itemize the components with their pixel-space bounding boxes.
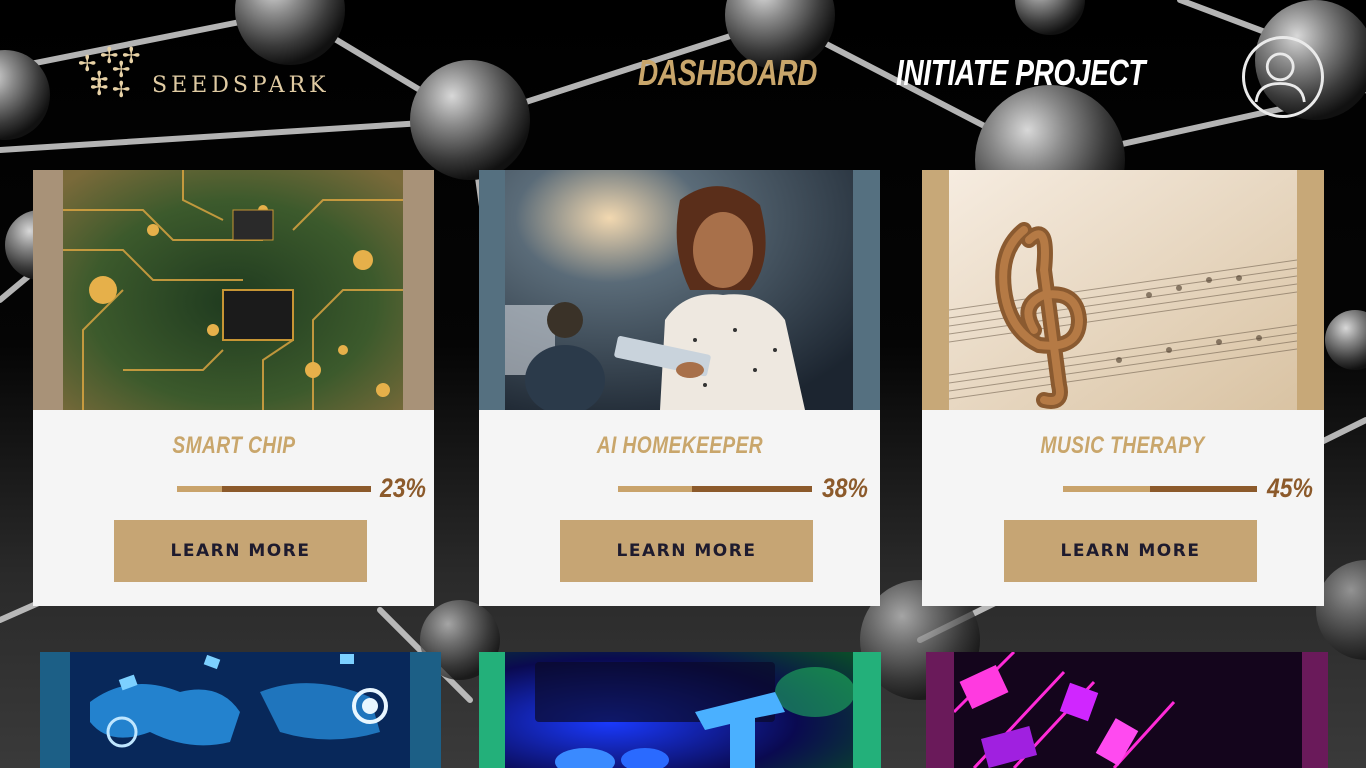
neon-keyboard-image [505,652,853,768]
nav-dashboard[interactable]: DASHBOARD [638,52,868,94]
project-title: AI HOMEKEEPER [596,432,763,459]
project-title: SMART CHIP [171,432,296,459]
progress-fill [177,486,222,492]
project-title: MUSIC THERAPY [1040,432,1206,459]
user-silhouette-icon [1254,52,1306,103]
nav-initiate-label: INITIATE PROJECT [896,52,1146,93]
progress-bar [618,486,812,492]
sparkle-logo-icon: ✢ ✢ ✢ ✢ ✢ ✢ ✢ [78,44,141,103]
progress-bar [177,486,371,492]
project-card-partial[interactable] [926,652,1328,768]
user-icon[interactable] [1242,36,1324,118]
learn-more-button[interactable]: LEARN MORE [1004,520,1257,582]
nav-dashboard-label: DASHBOARD [638,52,818,93]
learn-more-button[interactable]: LEARN MORE [114,520,367,582]
neon-pink-cubes-image [954,652,1302,768]
learn-more-button[interactable]: LEARN MORE [560,520,813,582]
project-card-smart-chip: SMART CHIP 23% LEARN MORE [33,170,434,606]
circuit-board-image [33,170,434,410]
project-card-music-therapy: MUSIC THERAPY 45% LEARN MORE [922,170,1324,606]
progress-fill [618,486,692,492]
treble-clef-sheet-music-image [922,170,1324,410]
project-card-partial[interactable] [40,652,441,768]
woman-with-tablet-image [479,170,880,410]
nav-initiate-project[interactable]: INITIATE PROJECT [896,52,1215,94]
world-map-network-image [70,652,410,768]
brand-name: SEEDSPARK [152,72,330,98]
progress-fill [1063,486,1151,492]
project-card-ai-homekeeper: AI HOMEKEEPER 38% LEARN MORE [479,170,880,606]
project-card-partial[interactable] [479,652,881,768]
brand-logo[interactable]: ✢ ✢ ✢ ✢ ✢ ✢ ✢ SEEDSPARK [78,46,330,102]
progress-percent: 23% [380,473,426,503]
progress-bar [1063,486,1257,492]
progress-percent: 38% [822,473,868,503]
progress-percent: 45% [1267,473,1313,503]
